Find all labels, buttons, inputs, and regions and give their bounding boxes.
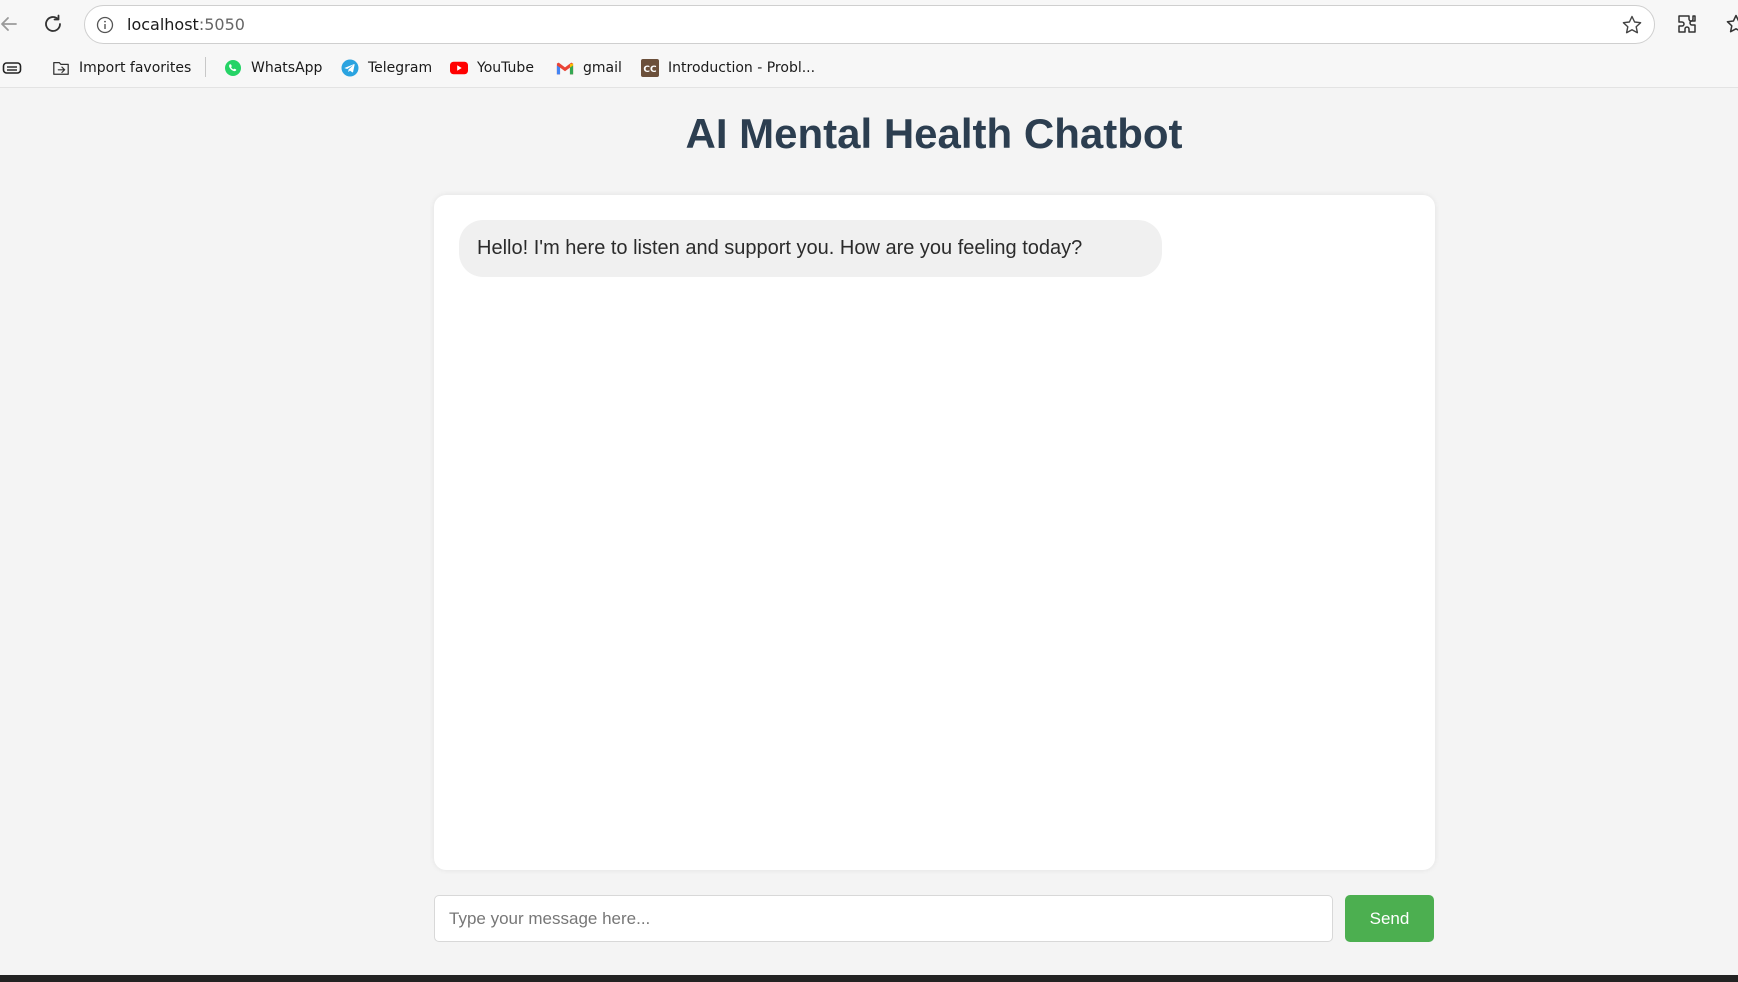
bookmark-label: gmail xyxy=(583,60,622,76)
favorites-icon[interactable] xyxy=(1722,10,1738,38)
url-host: localhost xyxy=(127,15,199,34)
bookmark-label: Introduction - Probl... xyxy=(668,60,816,76)
page-title: AI Mental Health Chatbot xyxy=(685,110,1183,157)
bookmark-introduction[interactable]: CC Introduction - Probl... xyxy=(641,56,815,80)
bookmarks-bar: Import favorites WhatsApp Telegram YouTu… xyxy=(0,48,1738,88)
whatsapp-icon xyxy=(224,59,242,77)
youtube-icon xyxy=(450,59,468,77)
back-arrow-icon[interactable] xyxy=(0,9,24,39)
send-button[interactable]: Send xyxy=(1345,895,1434,942)
bookmark-label: Telegram xyxy=(368,60,433,76)
star-icon[interactable] xyxy=(1620,13,1644,37)
url-text: localhost:5050 xyxy=(127,15,245,34)
message-input[interactable] xyxy=(434,895,1333,942)
bookmark-gmail[interactable]: gmail xyxy=(556,56,622,80)
bookmark-youtube[interactable]: YouTube xyxy=(450,56,534,80)
reload-icon[interactable] xyxy=(38,9,68,39)
bookmarks-divider xyxy=(205,57,206,77)
url-port: :5050 xyxy=(198,15,245,34)
bookmark-whatsapp[interactable]: WhatsApp xyxy=(224,56,322,80)
gmail-icon xyxy=(556,59,574,77)
bookmark-label: WhatsApp xyxy=(251,60,323,76)
bookmark-telegram[interactable]: Telegram xyxy=(341,56,432,80)
info-icon[interactable] xyxy=(95,15,115,35)
chat-box: Hello! I'm here to listen and support yo… xyxy=(434,195,1435,870)
bookmark-label: YouTube xyxy=(477,60,534,76)
bot-message: Hello! I'm here to listen and support yo… xyxy=(459,220,1162,277)
address-bar[interactable]: localhost:5050 xyxy=(84,5,1655,44)
telegram-icon xyxy=(341,59,359,77)
taskbar-edge xyxy=(0,975,1738,982)
import-icon xyxy=(52,59,70,77)
bookmark-import-favorites[interactable]: Import favorites xyxy=(52,56,191,80)
browser-toolbar: localhost:5050 xyxy=(0,0,1738,48)
bookmark-label: Import favorites xyxy=(79,60,192,76)
svg-text:CC: CC xyxy=(643,65,657,75)
cc-icon: CC xyxy=(641,59,659,77)
extensions-icon[interactable] xyxy=(1673,10,1701,38)
bookmarks-menu-icon[interactable] xyxy=(2,56,22,80)
